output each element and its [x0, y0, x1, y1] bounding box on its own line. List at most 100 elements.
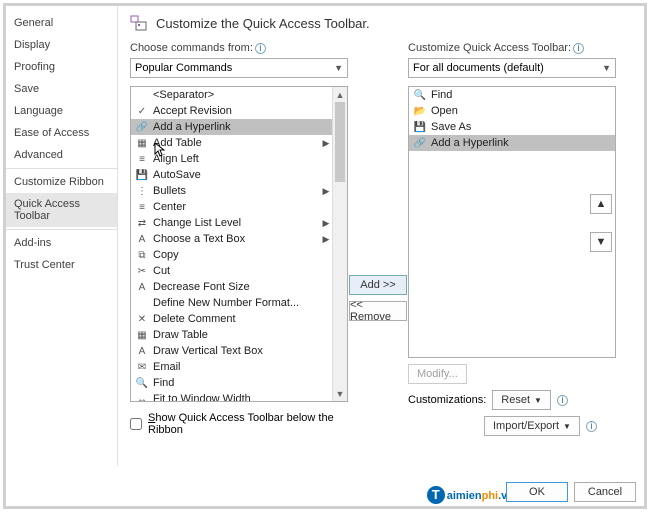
scrollbar[interactable]: ▲ ▼ — [332, 87, 347, 401]
list-item-label: Cut — [153, 265, 331, 277]
show-below-ribbon-row: Show Quick Access Toolbar below the Ribb… — [130, 412, 348, 436]
command-icon: 🔍 — [135, 376, 149, 390]
list-item[interactable]: A Decrease Font Size — [131, 279, 347, 295]
right-column: Customize Quick Access Toolbar: i For al… — [408, 42, 616, 436]
submenu-icon: ▶ — [321, 218, 331, 229]
watermark: Taimienphi.vn — [427, 486, 514, 504]
list-item-label: Draw Vertical Text Box — [153, 345, 331, 357]
list-item[interactable]: ⋮Bullets▶ — [131, 183, 347, 199]
list-item[interactable]: Define New Number Format... — [131, 295, 347, 311]
command-icon: ⋮ — [135, 184, 149, 198]
dialog-footer: OK Cancel — [506, 482, 636, 502]
list-item-label: Bullets — [153, 185, 317, 197]
add-button[interactable]: Add >> — [349, 275, 407, 295]
modify-button: Modify... — [408, 364, 467, 384]
list-item[interactable]: ⧉ Copy — [131, 247, 347, 263]
list-item-label: Accept Revision — [153, 105, 331, 117]
list-item[interactable]: <Separator> — [131, 87, 347, 103]
scroll-up-icon[interactable]: ▲ — [333, 87, 347, 102]
command-icon: ≡ — [135, 152, 149, 166]
cancel-button[interactable]: Cancel — [574, 482, 636, 502]
list-item-label: Find — [153, 377, 331, 389]
chevron-down-icon: ▼ — [334, 63, 343, 73]
list-item[interactable]: 📂Open — [409, 103, 615, 119]
options-dialog: GeneralDisplayProofingSaveLanguageEase o… — [3, 3, 647, 509]
info-icon[interactable]: i — [557, 395, 568, 406]
list-item[interactable]: A Draw Vertical Text Box — [131, 343, 347, 359]
list-item-label: Change List Level — [153, 217, 317, 229]
list-item-label: Open — [431, 105, 613, 117]
show-below-ribbon-label: Show Quick Access Toolbar below the Ribb… — [148, 412, 348, 436]
sidebar-item-ease-of-access[interactable]: Ease of Access — [6, 122, 117, 144]
qat-scope-combo[interactable]: For all documents (default) ▼ — [408, 58, 616, 78]
list-item[interactable]: 🔍 Find — [131, 375, 347, 391]
list-item[interactable]: ▦Add Table▶ — [131, 135, 347, 151]
info-icon[interactable]: i — [573, 43, 584, 54]
sidebar-item-customize-ribbon[interactable]: Customize Ribbon — [6, 171, 117, 193]
list-item[interactable]: ↔Fit to Window Width — [131, 391, 347, 402]
customize-qat-label: Customize Quick Access Toolbar: i — [408, 42, 616, 54]
list-item[interactable]: 💾AutoSave — [131, 167, 347, 183]
command-icon: ✕ — [135, 312, 149, 326]
list-item-label: Decrease Font Size — [153, 281, 331, 293]
available-commands-list[interactable]: ▲ ▼ <Separator>✓Accept Revision🔗Add a Hy… — [130, 86, 348, 402]
list-item-label: Draw Table — [153, 329, 331, 341]
list-item-label: Center — [153, 201, 331, 213]
sidebar-item-general[interactable]: General — [6, 12, 117, 34]
list-item[interactable]: ≡Center — [131, 199, 347, 215]
list-item[interactable]: 🔍Find — [409, 87, 615, 103]
list-item[interactable]: ▦ Draw Table — [131, 327, 347, 343]
info-icon[interactable]: i — [586, 421, 597, 432]
command-icon: A — [135, 280, 149, 294]
list-item[interactable]: AChoose a Text Box▶ — [131, 231, 347, 247]
sidebar-item-display[interactable]: Display — [6, 34, 117, 56]
list-item-label: Add a Hyperlink — [431, 137, 613, 149]
sidebar-item-add-ins[interactable]: Add-ins — [6, 232, 117, 254]
reorder-buttons: ▲ ▼ — [590, 194, 612, 252]
list-item[interactable]: ✓Accept Revision — [131, 103, 347, 119]
sidebar-item-trust-center[interactable]: Trust Center — [6, 254, 117, 276]
move-down-button[interactable]: ▼ — [590, 232, 612, 252]
command-icon: ⧉ — [135, 248, 149, 262]
sidebar-item-language[interactable]: Language — [6, 100, 117, 122]
list-item-label: Email — [153, 361, 331, 373]
ok-button[interactable]: OK — [506, 482, 568, 502]
customizations-label: Customizations: — [408, 394, 486, 406]
sidebar-item-proofing[interactable]: Proofing — [6, 56, 117, 78]
toolbar-customize-icon — [130, 14, 148, 32]
middle-column: Add >> << Remove — [348, 42, 408, 436]
command-icon: ⇄ — [135, 216, 149, 230]
reset-button[interactable]: Reset▼ — [492, 390, 551, 410]
command-icon: ▦ — [135, 328, 149, 342]
sidebar-item-advanced[interactable]: Advanced — [6, 144, 117, 166]
list-item[interactable]: ✕Delete Comment — [131, 311, 347, 327]
list-item[interactable]: ✂Cut — [131, 263, 347, 279]
command-icon — [135, 296, 149, 310]
import-export-button[interactable]: Import/Export▼ — [484, 416, 580, 436]
list-item[interactable]: ⇄ Change List Level ▶ — [131, 215, 347, 231]
list-item[interactable]: 🔗Add a Hyperlink — [409, 135, 615, 151]
scroll-thumb[interactable] — [335, 102, 345, 182]
remove-button[interactable]: << Remove — [349, 301, 407, 321]
current-commands-list[interactable]: 🔍Find📂Open💾Save As🔗Add a Hyperlink — [408, 86, 616, 358]
command-icon: ▦ — [135, 136, 149, 150]
sidebar-item-save[interactable]: Save — [6, 78, 117, 100]
list-item[interactable]: ✉Email — [131, 359, 347, 375]
show-below-ribbon-checkbox[interactable] — [130, 418, 142, 430]
dialog-content: GeneralDisplayProofingSaveLanguageEase o… — [6, 6, 644, 466]
command-icon: A — [135, 344, 149, 358]
panel-title: Customize the Quick Access Toolbar. — [156, 16, 370, 31]
list-item-label: Save As — [431, 121, 613, 133]
chevron-down-icon: ▼ — [563, 422, 571, 431]
command-icon: 🔗 — [135, 120, 149, 134]
scroll-down-icon[interactable]: ▼ — [333, 386, 347, 401]
list-item-label: Copy — [153, 249, 331, 261]
sidebar-item-quick-access-toolbar[interactable]: Quick Access Toolbar — [6, 193, 117, 227]
commands-source-combo[interactable]: Popular Commands ▼ — [130, 58, 348, 78]
list-item[interactable]: ≡Align Left — [131, 151, 347, 167]
info-icon[interactable]: i — [255, 43, 266, 54]
chevron-down-icon: ▼ — [602, 63, 611, 73]
move-up-button[interactable]: ▲ — [590, 194, 612, 214]
list-item[interactable]: 🔗Add a Hyperlink — [131, 119, 347, 135]
list-item[interactable]: 💾Save As — [409, 119, 615, 135]
